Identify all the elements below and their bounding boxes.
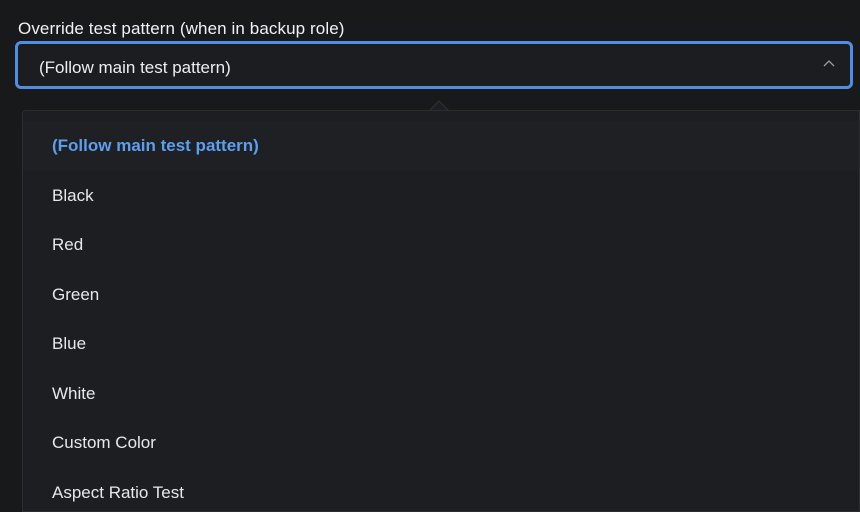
option-aspect-ratio-test[interactable]: Aspect Ratio Test xyxy=(23,468,859,511)
override-test-pattern-select[interactable]: (Follow main test pattern) xyxy=(15,41,853,89)
dropdown-menu: (Follow main test pattern) Black Red Gre… xyxy=(22,110,860,512)
select-current-value: (Follow main test pattern) xyxy=(39,58,231,77)
option-white[interactable]: White xyxy=(23,369,859,419)
option-follow-main[interactable]: (Follow main test pattern) xyxy=(23,121,859,171)
option-red[interactable]: Red xyxy=(23,220,859,270)
option-black[interactable]: Black xyxy=(23,171,859,221)
option-custom-color[interactable]: Custom Color xyxy=(23,418,859,468)
option-green[interactable]: Green xyxy=(23,270,859,320)
option-blue[interactable]: Blue xyxy=(23,319,859,369)
override-test-pattern-label: Override test pattern (when in backup ro… xyxy=(18,19,345,38)
chevron-up-icon[interactable] xyxy=(821,56,837,72)
